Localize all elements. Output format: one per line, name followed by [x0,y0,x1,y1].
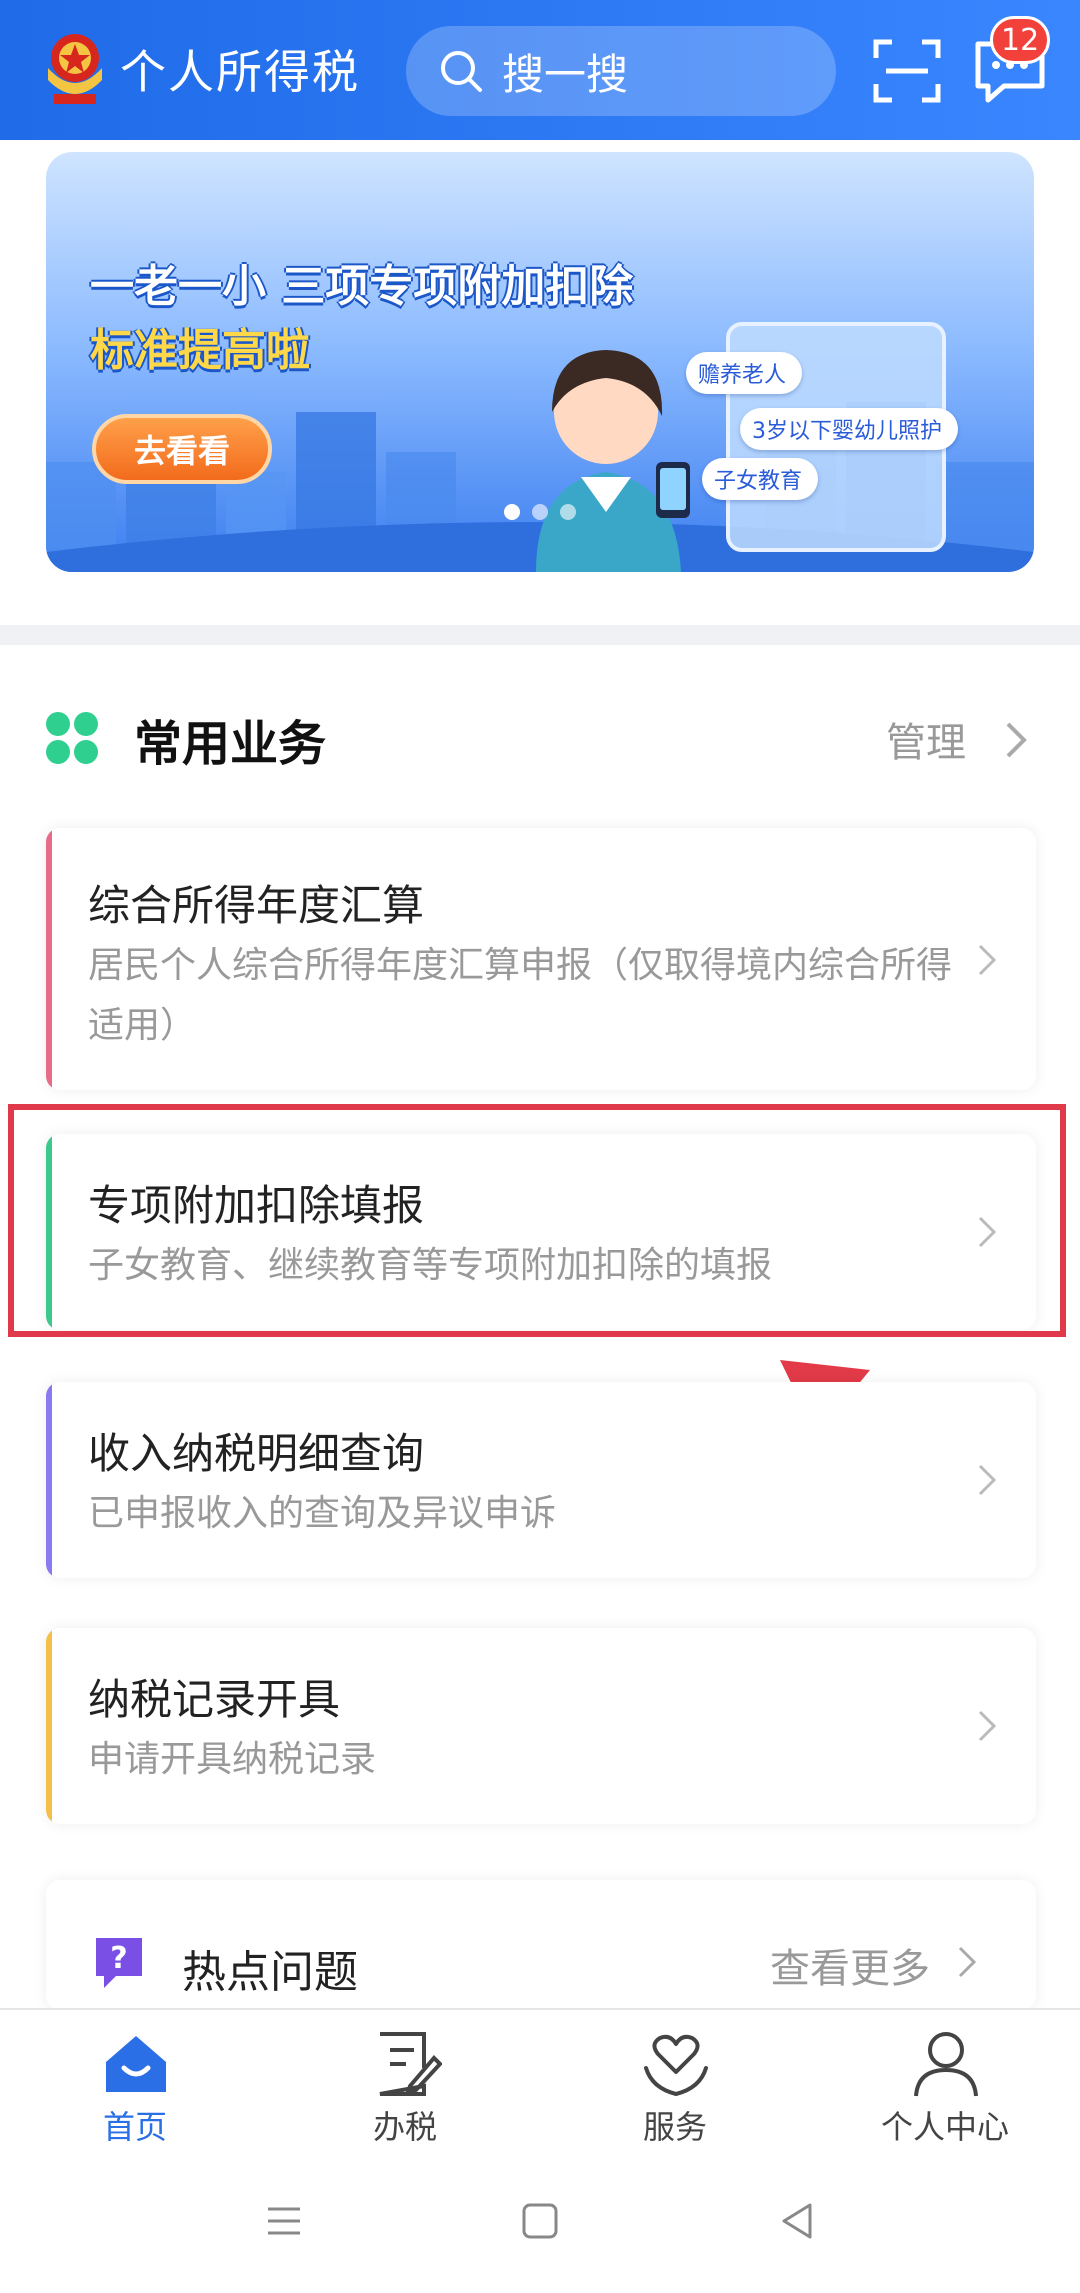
banner-tag-infant: 3岁以下婴幼儿照护 [740,408,958,450]
system-navigation-bar [0,2153,1080,2293]
banner-subheadline: 标准提高啦 [90,325,310,376]
hot-topics-card[interactable]: ? 热点问题 查看更多 [46,1880,1036,2010]
card-subtitle: 居民个人综合所得年度汇算申报（仅取得境内综合所得适用） [88,945,953,1046]
card-title: 收入纳税明细查询 [88,1429,425,1478]
view-more-link[interactable]: 查看更多 [770,1936,930,1994]
banner-tag-elderly: 赡养老人 [686,352,803,394]
common-services-title: 常用业务 [134,716,327,772]
service-card-annual-settlement[interactable]: 综合所得年度汇算 居民个人综合所得年度汇算申报（仅取得境内综合所得适用） [46,828,1036,1090]
scan-icon[interactable] [872,38,942,104]
message-count-badge: 12 [990,16,1051,64]
svg-text:?: ? [110,1941,127,1976]
card-subtitle: 申请开具纳税记录 [88,1739,377,1780]
chevron-right-icon[interactable] [954,1942,980,1982]
tax-form-icon [379,2032,442,2096]
search-bar[interactable]: 搜一搜 [406,26,836,116]
home-square-icon[interactable] [518,2199,562,2243]
banner-tag-education: 子女教育 [702,458,819,500]
search-placeholder: 搜一搜 [502,49,629,99]
chevron-right-icon [978,944,997,976]
menu-icon[interactable] [262,2199,306,2243]
tab-label: 个人中心 [880,2108,1009,2146]
banner-headline: 一老一小 三项专项附加扣除 [90,261,634,312]
carousel-dot-active [504,504,520,520]
card-title: 综合所得年度汇算 [88,881,425,930]
question-mark-icon: ? [96,1938,142,1988]
chevron-right-icon [978,1710,997,1742]
tab-label: 首页 [102,2108,167,2146]
promo-banner[interactable]: 一老一小 三项专项附加扣除 标准提高啦 去看看 赡养老人 3岁以下婴幼儿照护 子… [46,152,1034,572]
chevron-right-icon[interactable] [1000,718,1030,762]
tab-tax[interactable]: 办税 [270,2010,540,2155]
banner-view-button[interactable]: 去看看 [92,414,272,484]
service-card-income-query[interactable]: 收入纳税明细查询 已申报收入的查询及异议申诉 [46,1382,1036,1578]
card-accent-bar [46,1628,52,1824]
heart-hands-icon [644,2034,708,2097]
tab-label: 办税 [372,2108,437,2146]
service-card-tax-record[interactable]: 纳税记录开具 申请开具纳税记录 [46,1628,1036,1824]
card-accent-bar [46,1382,52,1578]
tab-label: 服务 [642,2108,707,2146]
app-header: 个人所得税 搜一搜 12 [0,0,1080,140]
app-title: 个人所得税 [120,45,360,99]
tax-emblem-logo [48,34,102,104]
search-icon [441,51,482,92]
back-triangle-icon[interactable] [776,2199,820,2243]
grid-clover-icon [46,712,98,764]
chevron-right-icon [978,1464,997,1496]
manage-link[interactable]: 管理 [886,710,966,768]
tab-service[interactable]: 服务 [540,2010,810,2155]
hot-topics-title: 热点问题 [182,1947,358,1998]
tab-profile[interactable]: 个人中心 [810,2010,1080,2155]
card-subtitle: 已申报收入的查询及异议申诉 [88,1493,557,1534]
carousel-dot [560,504,576,520]
tab-home[interactable]: 首页 [0,2010,270,2155]
presenter-illustration [536,350,690,572]
section-divider [0,625,1080,645]
app-screen: { "header": { "app_title": "个人所得税", "sea… [0,0,1080,2293]
card-title: 纳税记录开具 [88,1675,341,1724]
carousel-dot [532,504,548,520]
card-accent-bar [46,828,52,1090]
bottom-tab-bar: 首页 办税 服务 个人中心 [0,2008,1080,2153]
user-icon [914,2032,978,2097]
home-icon [106,2036,166,2092]
highlight-box [8,1104,1066,1337]
